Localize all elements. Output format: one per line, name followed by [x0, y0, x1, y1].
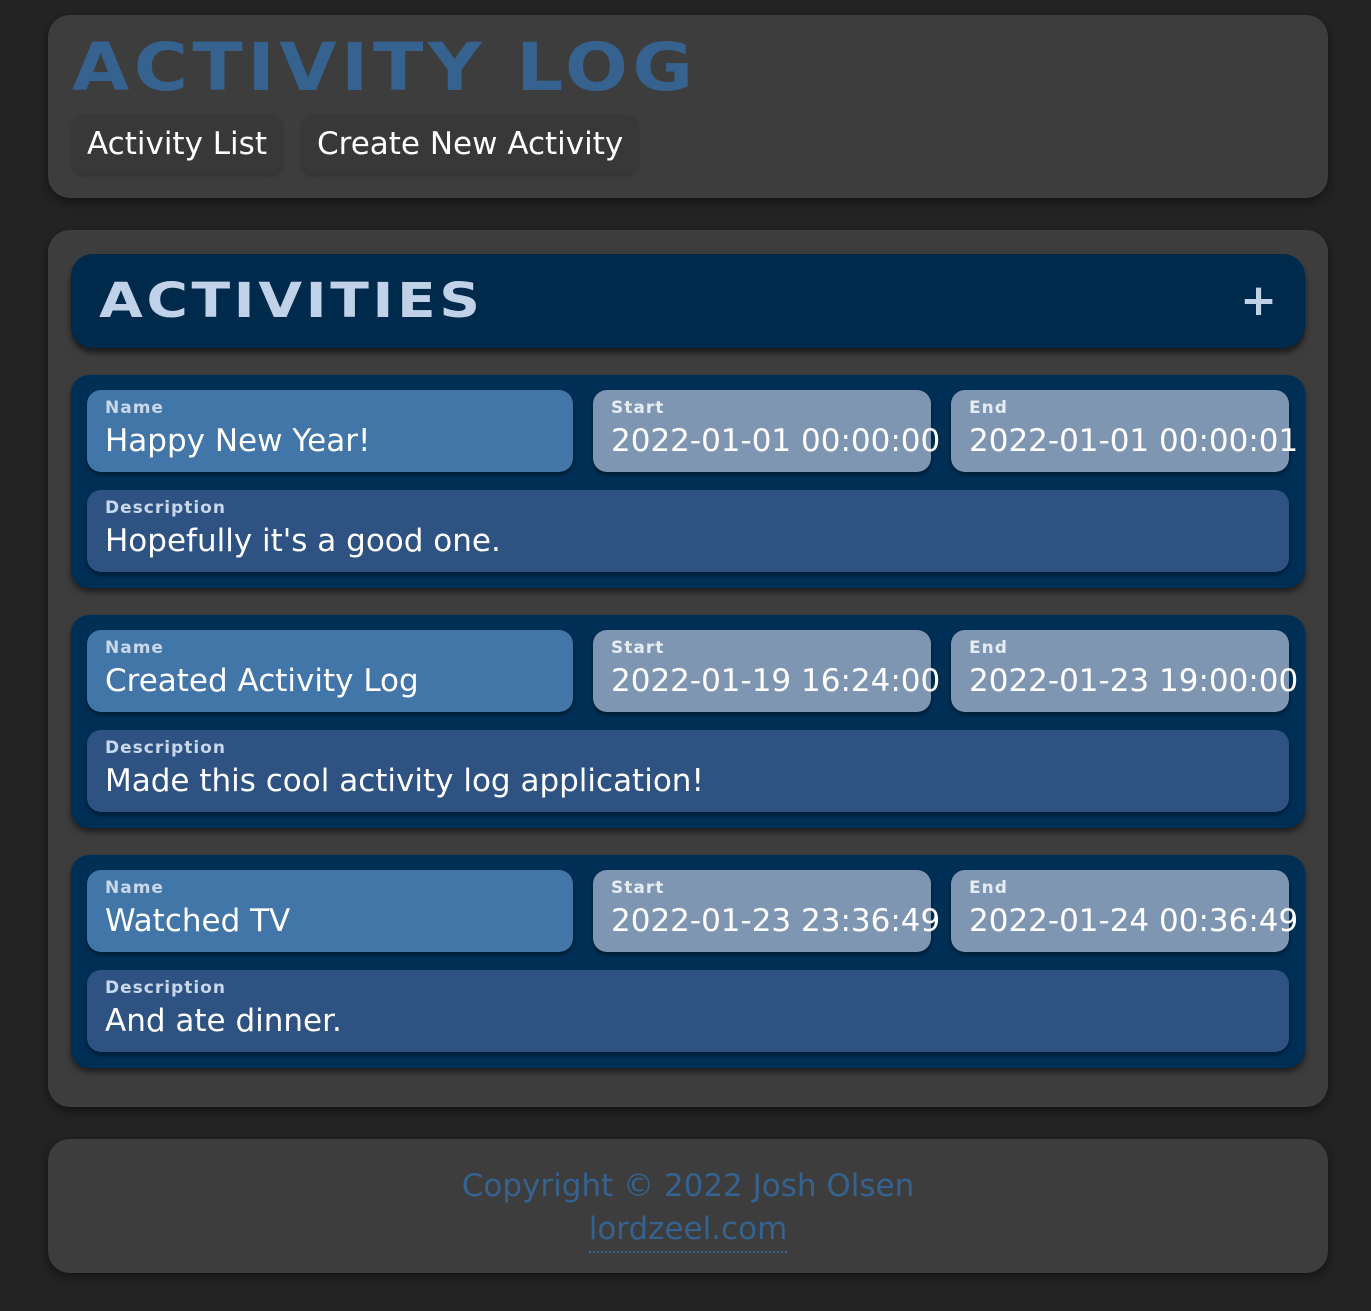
site-header: ACTIVITY LOG Activity List Create New Ac…	[48, 15, 1328, 198]
section-title: ACTIVITIES	[99, 273, 484, 329]
start-value: 2022-01-19 16:24:00	[611, 663, 941, 699]
name-label: Name	[105, 638, 164, 658]
activity-card[interactable]: Name Watched TV Start 2022-01-23 23:36:4…	[71, 855, 1305, 1068]
activity-card[interactable]: Name Created Activity Log Start 2022-01-…	[71, 615, 1305, 828]
start-field: Start 2022-01-01 00:00:00	[593, 390, 941, 472]
start-label: Start	[611, 878, 665, 898]
start-label: Start	[611, 398, 665, 418]
start-value: 2022-01-23 23:36:49	[611, 903, 941, 939]
nav-activity-list[interactable]: Activity List	[72, 115, 282, 174]
add-activity-button[interactable]: +	[1240, 279, 1277, 323]
start-value: 2022-01-01 00:00:00	[611, 423, 941, 459]
name-field: Name Created Activity Log	[87, 630, 573, 712]
main-nav: Activity List Create New Activity	[72, 115, 1304, 174]
name-field: Name Watched TV	[87, 870, 573, 952]
name-value: Happy New Year!	[105, 423, 371, 459]
end-value: 2022-01-01 00:00:01	[969, 423, 1299, 459]
activities-panel: ACTIVITIES + Name Happy New Year! Start …	[48, 230, 1328, 1107]
activity-card[interactable]: Name Happy New Year! Start 2022-01-01 00…	[71, 375, 1305, 588]
site-footer: Copyright © 2022 Josh Olsen lordzeel.com	[48, 1139, 1328, 1273]
start-field: Start 2022-01-19 16:24:00	[593, 630, 941, 712]
end-field: End 2022-01-24 00:36:49	[951, 870, 1299, 952]
end-label: End	[969, 398, 1008, 418]
end-field: End 2022-01-01 00:00:01	[951, 390, 1299, 472]
description-value: Hopefully it's a good one.	[105, 523, 501, 559]
end-value: 2022-01-24 00:36:49	[969, 903, 1299, 939]
description-field: Description And ate dinner.	[87, 970, 1289, 1052]
description-label: Description	[105, 978, 226, 998]
start-label: Start	[611, 638, 665, 658]
end-label: End	[969, 878, 1008, 898]
description-field: Description Made this cool activity log …	[87, 730, 1289, 812]
site-link[interactable]: lordzeel.com	[588, 1207, 788, 1253]
name-label: Name	[105, 398, 164, 418]
name-field: Name Happy New Year!	[87, 390, 573, 472]
description-label: Description	[105, 498, 226, 518]
app-title: ACTIVITY LOG	[72, 29, 698, 106]
end-value: 2022-01-23 19:00:00	[969, 663, 1299, 699]
description-label: Description	[105, 738, 226, 758]
start-field: Start 2022-01-23 23:36:49	[593, 870, 941, 952]
copyright-text: Copyright © 2022 Josh Olsen	[461, 1168, 915, 1204]
name-value: Created Activity Log	[105, 663, 419, 699]
end-label: End	[969, 638, 1008, 658]
activities-header: ACTIVITIES +	[71, 254, 1305, 348]
nav-create-new-activity[interactable]: Create New Activity	[301, 115, 639, 174]
description-value: Made this cool activity log application!	[105, 763, 704, 799]
name-label: Name	[105, 878, 164, 898]
name-value: Watched TV	[105, 903, 291, 939]
description-field: Description Hopefully it's a good one.	[87, 490, 1289, 572]
end-field: End 2022-01-23 19:00:00	[951, 630, 1299, 712]
description-value: And ate dinner.	[105, 1003, 342, 1039]
